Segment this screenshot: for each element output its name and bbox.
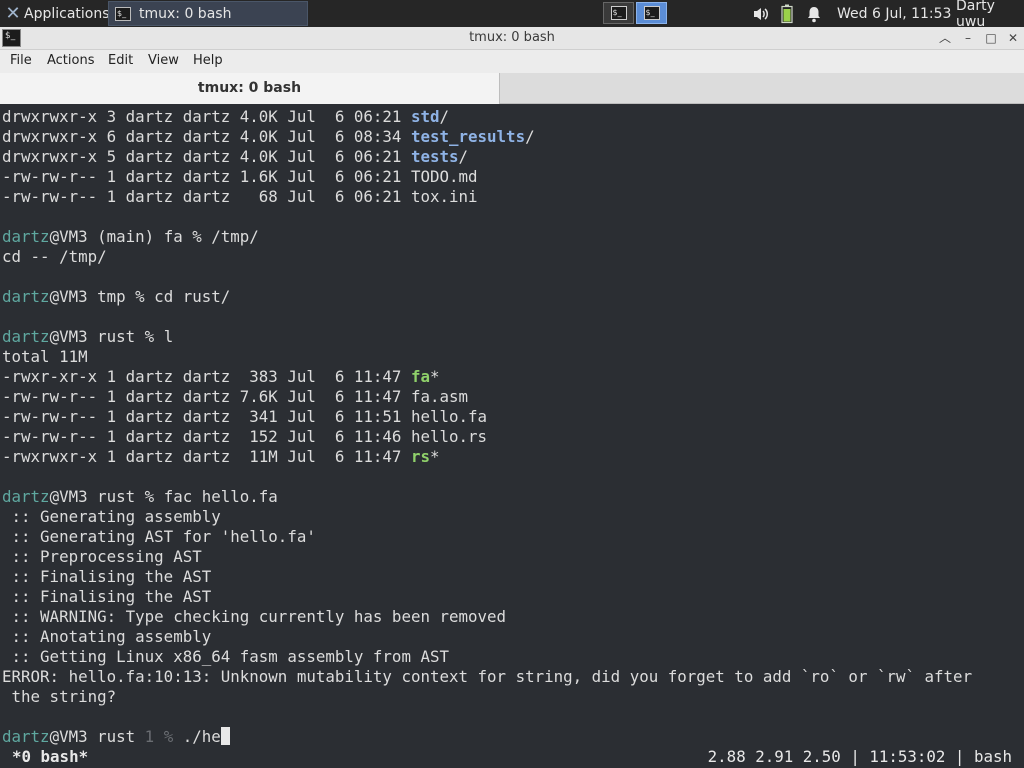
ls-row: -rw-rw-r-- 1 dartz dartz 68 Jul 6 06:21 … (2, 187, 478, 206)
shell-prompt: dartz@VM3 rust % l (2, 327, 174, 346)
ls-row: -rwxrwxr-x 1 dartz dartz 11M Jul 6 11:47… (2, 447, 440, 466)
compiler-output-line: :: Getting Linux x86_64 fasm assembly fr… (2, 647, 450, 666)
menu-actions[interactable]: Actions (47, 53, 95, 68)
shell-prompt: dartz@VM3 tmp % cd rust/ (2, 287, 231, 306)
close-button-icon[interactable]: ✕ (1004, 29, 1022, 47)
ls-row: drwxrwxr-x 3 dartz dartz 4.0K Jul 6 06:2… (2, 107, 450, 126)
applications-label: Applications (24, 5, 110, 22)
shade-button-icon[interactable]: ︿ (936, 29, 954, 47)
battery-icon[interactable] (781, 0, 793, 27)
compiler-output-line: :: Generating assembly (2, 507, 221, 526)
window-title: tmux: 0 bash (469, 30, 555, 45)
volume-icon[interactable] (752, 0, 770, 27)
compiler-output-line: :: WARNING: Type checking currently has … (2, 607, 507, 626)
user-name: Darty uwu (956, 0, 995, 30)
shell-prompt: dartz@VM3 (main) fa % /tmp/ (2, 227, 259, 246)
terminal-icon: $_ (610, 6, 627, 20)
menubar: File Actions Edit View Help (0, 50, 1024, 73)
shell-prompt-active[interactable]: dartz@VM3 rust 1 % ./he (2, 727, 230, 747)
ls-row: -rw-rw-r-- 1 dartz dartz 1.6K Jul 6 06:2… (2, 167, 478, 186)
terminal-icon: $_ (643, 6, 660, 20)
ls-row: -rw-rw-r-- 1 dartz dartz 341 Jul 6 11:51… (2, 407, 488, 426)
user-menu[interactable]: Darty uwu (956, 0, 1024, 30)
menu-edit[interactable]: Edit (108, 53, 133, 68)
error-message: ERROR: hello.fa:10:13: Unknown mutabilit… (2, 667, 973, 686)
tab-tmux-bash[interactable]: tmux: 0 bash (0, 73, 500, 104)
maximize-button-icon[interactable]: □ (982, 29, 1000, 47)
top-panel: ✕ Applications $_ tmux: 0 bash $_ $_ Wed… (0, 0, 1024, 30)
ls-row: -rw-rw-r-- 1 dartz dartz 7.6K Jul 6 11:4… (2, 387, 469, 406)
ls-row: -rw-rw-r-- 1 dartz dartz 152 Jul 6 11:46… (2, 427, 488, 446)
compiler-output-line: :: Finalising the AST (2, 587, 212, 606)
compiler-output-line: :: Preprocessing AST (2, 547, 202, 566)
terminal-icon: $_ (115, 6, 131, 21)
xfce-logo-icon: ✕ (5, 2, 21, 24)
text-cursor (220, 727, 230, 745)
tab-bar: tmux: 0 bash (0, 73, 1024, 104)
menu-view[interactable]: View (148, 53, 179, 68)
taskbar-button-label: tmux: 0 bash (139, 5, 232, 22)
window-titlebar[interactable]: $_ tmux: 0 bash ︿ – □ ✕ (0, 27, 1024, 50)
compiler-output-line: :: Generating AST for 'hello.fa' (2, 527, 316, 546)
shell-prompt: dartz@VM3 rust % fac hello.fa (2, 487, 278, 506)
menu-file[interactable]: File (10, 53, 32, 68)
notification-bell-icon[interactable] (806, 0, 822, 27)
compiler-output-line: :: Finalising the AST (2, 567, 212, 586)
clock-text: Wed 6 Jul, 11:53 (837, 5, 952, 22)
error-message-continued: the string? (2, 687, 117, 706)
workspace-2-button[interactable]: $_ (636, 2, 667, 24)
minimize-button-icon[interactable]: – (959, 29, 977, 47)
tmux-status-right: 2.88 2.91 2.50 | 11:53:02 | bash (707, 747, 1012, 766)
terminal-output[interactable]: drwxrwxr-x 3 dartz dartz 4.0K Jul 6 06:2… (0, 104, 1024, 768)
tmux-window-list[interactable]: *0 bash* (12, 747, 88, 766)
tmux-status-bar: *0 bash* 2.88 2.91 2.50 | 11:53:02 | bas… (0, 746, 1024, 768)
compiler-output-line: :: Anotating assembly (2, 627, 212, 646)
ls-row: drwxrwxr-x 6 dartz dartz 4.0K Jul 6 08:3… (2, 127, 535, 146)
command-echo: cd -- /tmp/ (2, 247, 107, 266)
ls-row: drwxrwxr-x 5 dartz dartz 4.0K Jul 6 06:2… (2, 147, 469, 166)
clock[interactable]: Wed 6 Jul, 11:53 (837, 0, 951, 27)
taskbar-button-terminal[interactable]: $_ tmux: 0 bash (108, 1, 308, 26)
menu-help[interactable]: Help (193, 53, 223, 68)
applications-menu[interactable]: ✕ Applications (0, 0, 110, 27)
ls-total: total 11M (2, 347, 88, 366)
workspace-1-button[interactable]: $_ (603, 2, 634, 24)
ls-row: -rwxr-xr-x 1 dartz dartz 383 Jul 6 11:47… (2, 367, 440, 386)
